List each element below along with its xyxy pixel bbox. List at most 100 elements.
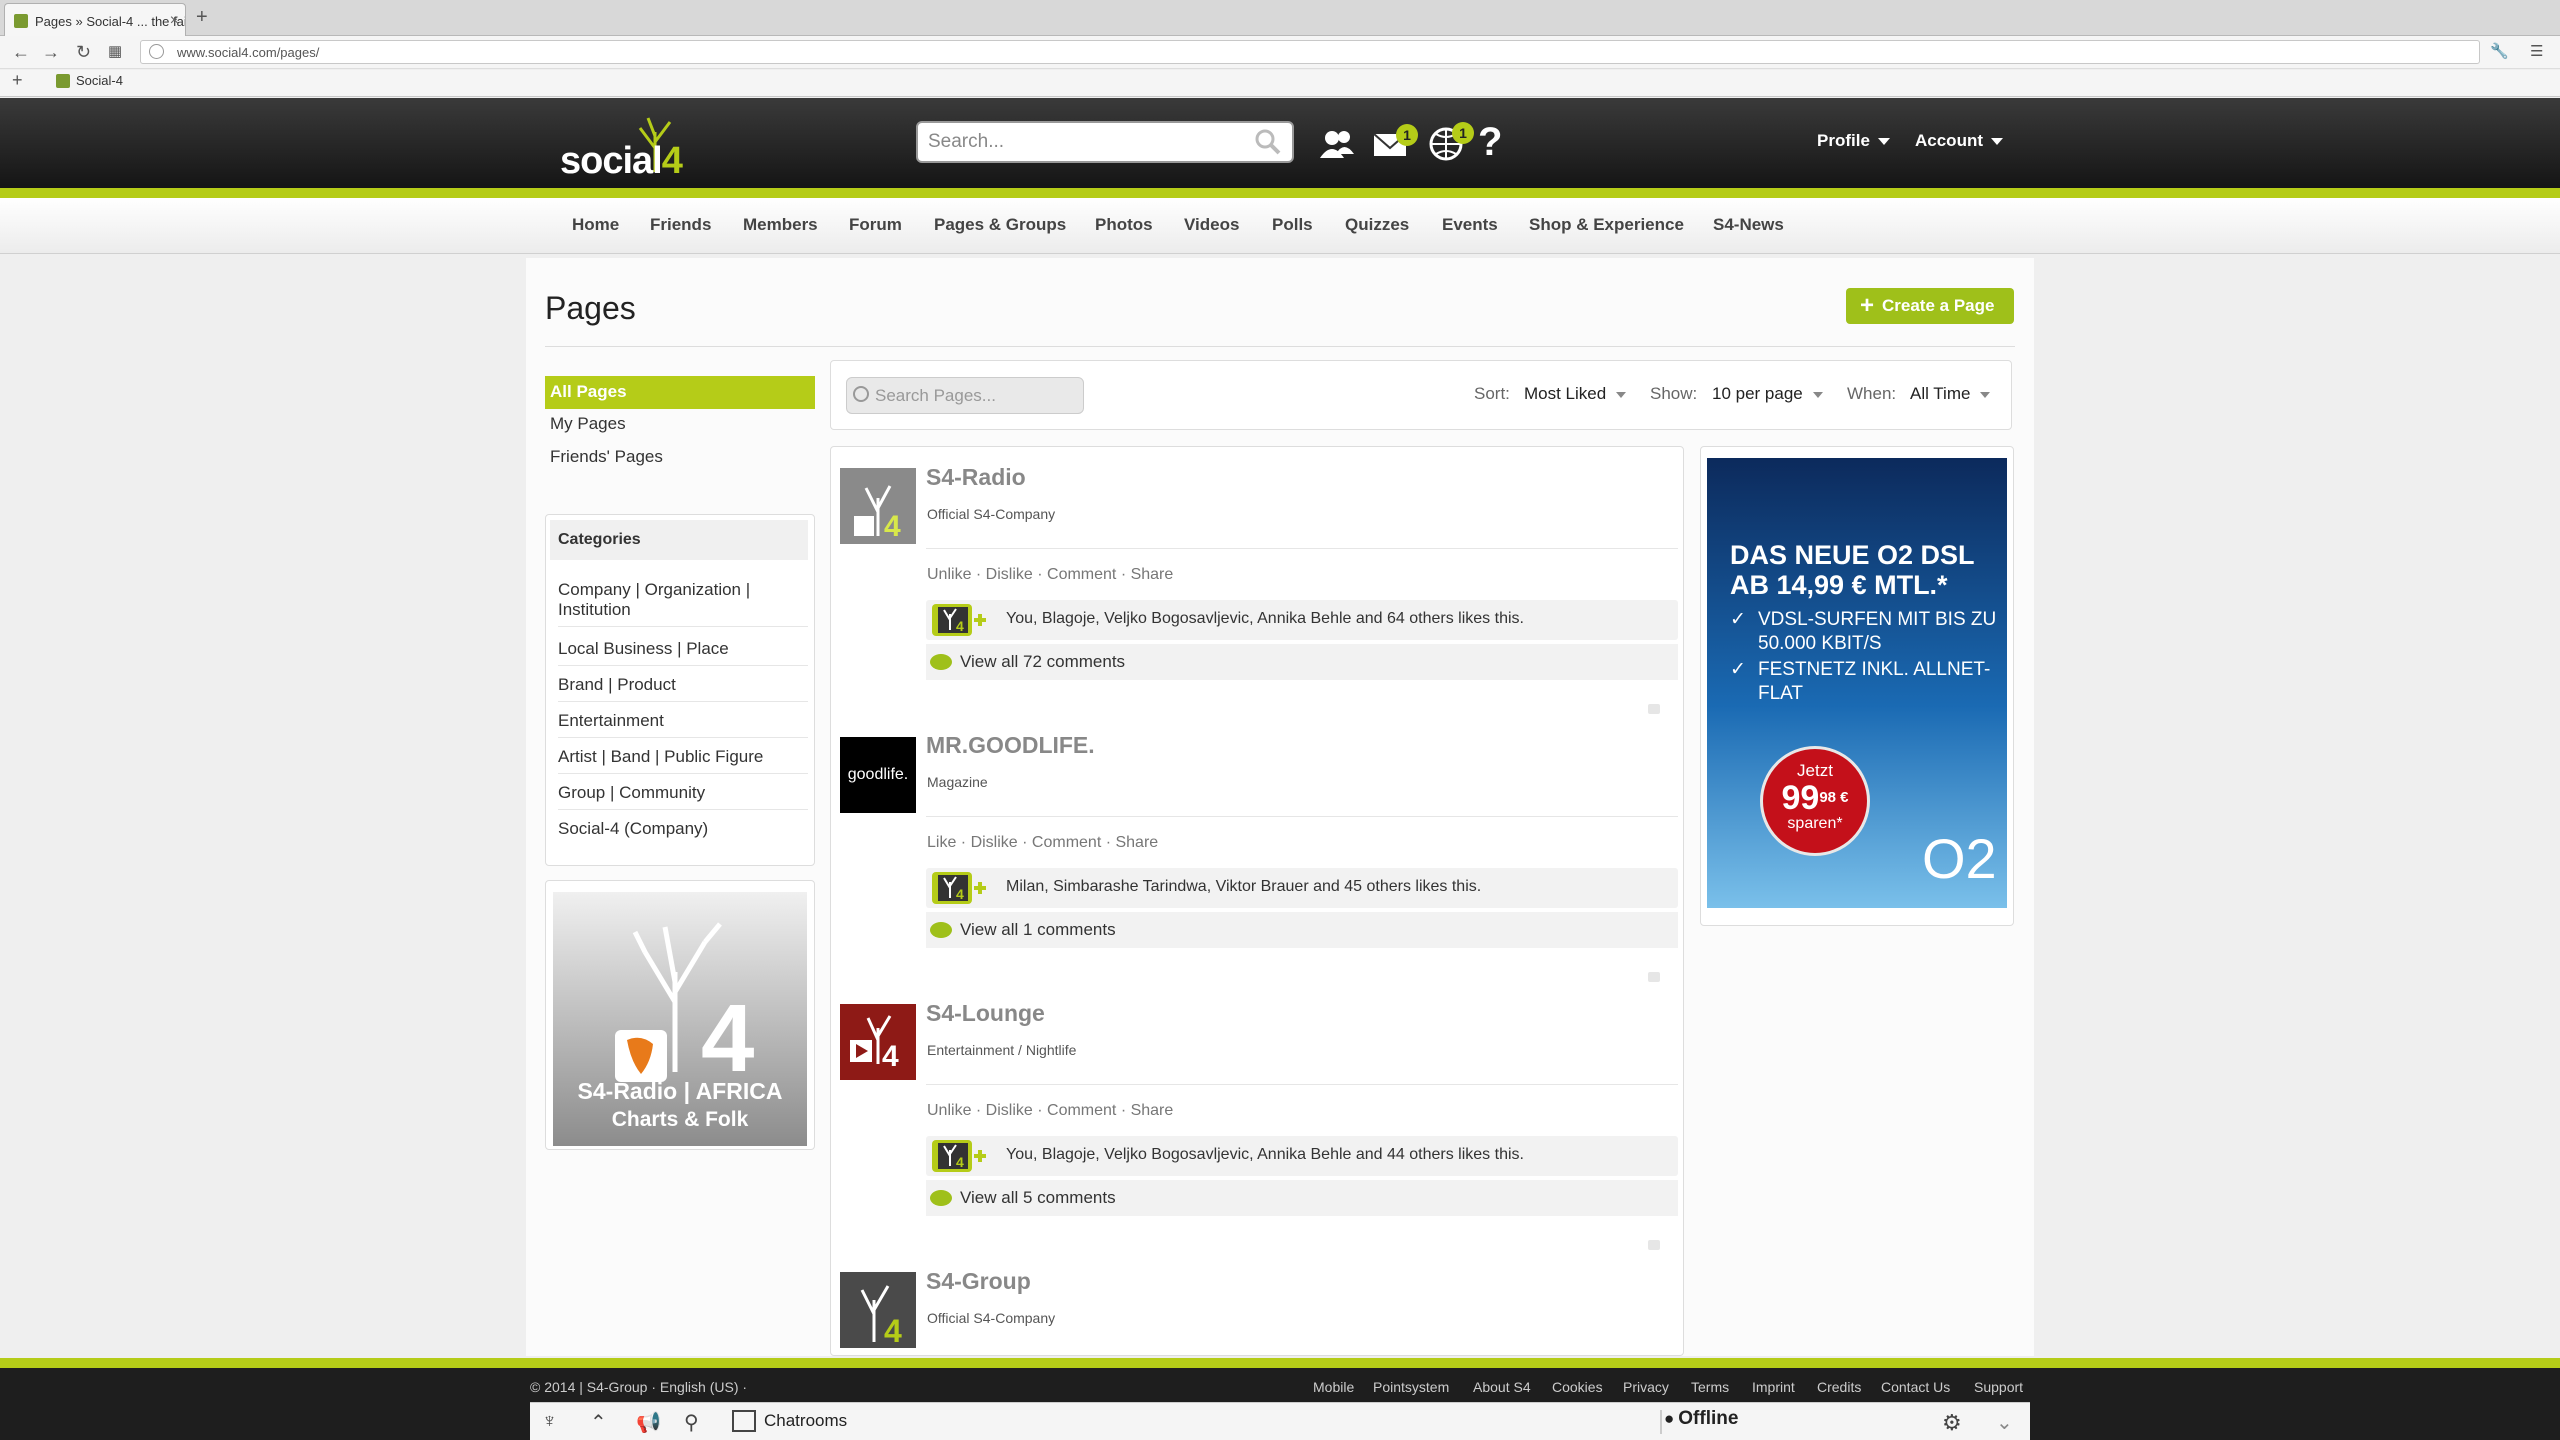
forward-icon[interactable]: →: [42, 42, 60, 63]
category-item[interactable]: Local Business | Place: [558, 639, 808, 666]
when-select[interactable]: All Time: [1910, 384, 1991, 404]
page-name[interactable]: MR.GOODLIFE.: [926, 732, 1095, 759]
view-comments-link[interactable]: View all 72 comments: [960, 652, 1125, 672]
footer-link[interactable]: About S4: [1473, 1379, 1531, 1395]
gear-icon[interactable]: ⚙: [1942, 1410, 1968, 1435]
separator-handle: [1648, 1240, 1660, 1250]
show-value: 10 per page: [1712, 384, 1803, 403]
show-select[interactable]: 10 per page: [1712, 384, 1823, 404]
logo-word: social: [560, 140, 663, 182]
megaphone-icon[interactable]: 📢: [636, 1410, 662, 1434]
create-page-button[interactable]: Create a Page: [1846, 288, 2014, 324]
friends-icon[interactable]: [1318, 126, 1356, 162]
menu-icon[interactable]: ☰: [2530, 42, 2543, 60]
search-icon[interactable]: [1254, 128, 1282, 156]
chatrooms-button[interactable]: Chatrooms: [764, 1411, 847, 1431]
page-thumbnail-s4-group[interactable]: 4: [840, 1272, 916, 1348]
nav-photos[interactable]: Photos: [1095, 215, 1153, 235]
like-badge-icon: 4: [932, 604, 986, 636]
footer-link[interactable]: Contact Us: [1881, 1379, 1950, 1395]
nav-videos[interactable]: Videos: [1184, 215, 1239, 235]
logo-number: 4: [661, 140, 683, 182]
back-icon[interactable]: ←: [12, 42, 30, 63]
double-chevron-up-icon[interactable]: ⌃: [590, 1410, 616, 1434]
page-actions[interactable]: Unlike · Dislike · Comment · Share: [927, 1102, 1173, 1120]
wrench-icon[interactable]: 🔧: [2490, 42, 2509, 60]
likes-text[interactable]: You, Blagoje, Veljko Bogosavljevic, Anni…: [1006, 1146, 1524, 1164]
chatrooms-icon[interactable]: [732, 1410, 756, 1432]
nav-quizzes[interactable]: Quizzes: [1345, 215, 1409, 235]
filter-all-pages[interactable]: All Pages: [545, 376, 815, 409]
page-actions[interactable]: Like · Dislike · Comment · Share: [927, 834, 1158, 852]
page-thumbnail-s4-radio[interactable]: 4: [840, 468, 916, 544]
nav-home[interactable]: Home: [572, 215, 619, 235]
nav-s4-news[interactable]: S4-News: [1713, 215, 1784, 235]
help-icon[interactable]: ?: [1478, 120, 1502, 165]
user-icon[interactable]: ⚲: [684, 1410, 710, 1434]
footer-link[interactable]: Privacy: [1623, 1379, 1669, 1395]
account-menu[interactable]: Account: [1915, 131, 2003, 151]
page-thumbnail-mr-goodlife[interactable]: goodlife.: [840, 737, 916, 813]
page-thumbnail-s4-lounge[interactable]: 4: [840, 1004, 916, 1080]
svg-text:4: 4: [956, 618, 964, 634]
filter-friends-pages[interactable]: Friends' Pages: [550, 447, 663, 467]
category-item[interactable]: Brand | Product: [558, 675, 808, 702]
footer-link[interactable]: Terms: [1691, 1379, 1729, 1395]
profile-menu[interactable]: Profile: [1817, 131, 1890, 151]
messages-badge[interactable]: 1: [1396, 124, 1418, 146]
svg-text:4: 4: [884, 510, 901, 543]
sort-select[interactable]: Most Liked: [1524, 384, 1627, 404]
view-comments-link[interactable]: View all 5 comments: [960, 1188, 1116, 1208]
category-item[interactable]: Artist | Band | Public Figure: [558, 747, 808, 774]
page-category: Official S4-Company: [927, 506, 1056, 522]
search-pages-input[interactable]: Search Pages...: [846, 377, 1084, 414]
logo[interactable]: social4: [560, 140, 683, 183]
nav-forum[interactable]: Forum: [849, 215, 902, 235]
category-item[interactable]: Group | Community: [558, 783, 808, 810]
category-item[interactable]: Social-4 (Company): [558, 819, 808, 845]
nav-members[interactable]: Members: [743, 215, 818, 235]
view-comments-link[interactable]: View all 1 comments: [960, 920, 1116, 940]
page-actions[interactable]: Unlike · Dislike · Comment · Share: [927, 566, 1173, 584]
reload-icon[interactable]: ↻: [76, 42, 91, 63]
close-icon[interactable]: ×: [170, 12, 179, 30]
add-bookmark-icon[interactable]: +: [12, 70, 23, 91]
filter-my-pages[interactable]: My Pages: [550, 414, 626, 434]
category-item[interactable]: Company | Organization | Institution: [558, 580, 808, 627]
ad-bullet: FESTNETZ INKL. ALLNET-FLAT: [1758, 659, 1991, 704]
category-item[interactable]: Entertainment: [558, 711, 808, 738]
divider: [926, 816, 1678, 817]
tree-icon[interactable]: ♆: [542, 1410, 568, 1434]
chat-status[interactable]: ● Offline: [1664, 1408, 1738, 1430]
collapse-icon[interactable]: ⌄: [1996, 1410, 2022, 1434]
footer-link[interactable]: Support: [1974, 1379, 2023, 1395]
nav-events[interactable]: Events: [1442, 215, 1498, 235]
notifications-badge[interactable]: 1: [1452, 122, 1474, 144]
bookmark-label: Social-4: [76, 73, 123, 88]
nav-polls[interactable]: Polls: [1272, 215, 1313, 235]
browser-tab[interactable]: Pages » Social-4 ... the fair ×: [4, 3, 186, 36]
footer-link[interactable]: Pointsystem: [1373, 1379, 1449, 1395]
nav-shop[interactable]: Shop & Experience: [1529, 215, 1684, 235]
footer-link[interactable]: Credits: [1817, 1379, 1861, 1395]
footer-link[interactable]: Imprint: [1752, 1379, 1795, 1395]
page-name[interactable]: S4-Lounge: [926, 1000, 1045, 1027]
likes-text[interactable]: You, Blagoje, Veljko Bogosavljevic, Anni…: [1006, 610, 1524, 628]
footer-link[interactable]: Mobile: [1313, 1379, 1354, 1395]
sort-label: Sort:: [1474, 384, 1510, 403]
page-name[interactable]: S4-Radio: [926, 464, 1026, 491]
promo-banner[interactable]: 4 S4-Radio | AFRICA Charts & Folk: [553, 892, 807, 1146]
page-category: Magazine: [927, 774, 988, 790]
footer-link[interactable]: Cookies: [1552, 1379, 1603, 1395]
new-tab-icon[interactable]: +: [196, 6, 208, 29]
nav-pages-groups[interactable]: Pages & Groups: [934, 215, 1066, 235]
bookmark-social4[interactable]: Social-4: [56, 73, 123, 88]
apps-icon[interactable]: ▦: [108, 42, 122, 60]
search-input[interactable]: Search...: [916, 121, 1294, 163]
page-name[interactable]: S4-Group: [926, 1268, 1031, 1295]
divider: [1660, 1410, 1662, 1434]
likes-text[interactable]: Milan, Simbarashe Tarindwa, Viktor Braue…: [1006, 878, 1481, 896]
chevron-down-icon: [1991, 138, 2003, 146]
nav-friends[interactable]: Friends: [650, 215, 711, 235]
address-bar[interactable]: www.social4.com/pages/: [140, 40, 2480, 64]
